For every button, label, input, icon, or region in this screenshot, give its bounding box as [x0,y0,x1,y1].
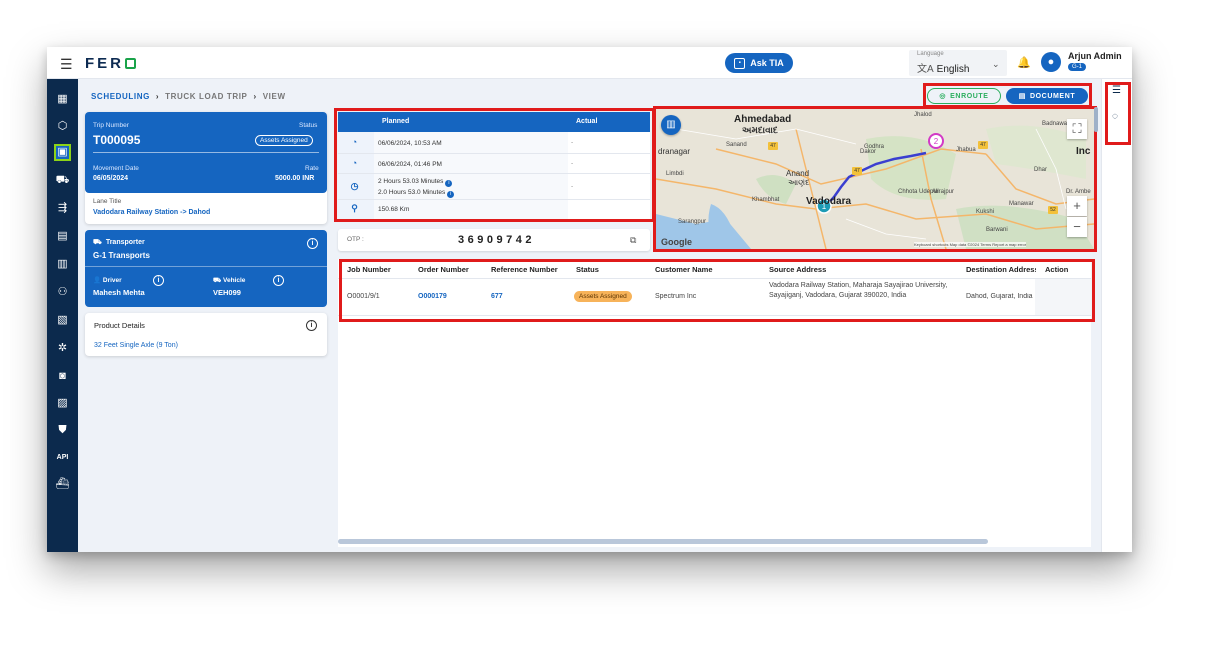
dashboard-icon[interactable]: ▦ [54,91,71,108]
user-badge: G-1 [1068,63,1087,71]
highlight-box [334,108,655,222]
product-value: 32 Feet Single Axle (9 Ton) [94,342,178,349]
invoice-icon[interactable]: ▤ [54,228,71,245]
highlight-box [1105,82,1131,145]
map-icon[interactable]: ▣ [54,144,71,161]
info-icon[interactable]: i [307,238,318,249]
highlight-box [339,259,1095,322]
person-icon: 👤 [93,277,103,284]
app-window: ☰ FER ▪ Ask TIA Language 文A English ⌄ 🔔 ●… [47,47,1132,552]
document-icon: ▤ [1018,93,1026,100]
top-bar: ☰ FER ▪ Ask TIA Language 文A English ⌄ 🔔 ●… [47,47,1132,79]
movement-date: 06/05/2024 [93,175,129,182]
sidebar: ▦ ⬡ ▣ ⛟ ⇶ ▤ ▥ ⚇ ▧ ✲ ◙ ▨ ⛊ API ⛴ [47,79,78,552]
divider [85,266,327,267]
highlight-box [653,106,1097,252]
info-icon[interactable]: i [273,275,284,286]
dispatch-icon[interactable]: ⇶ [54,200,71,217]
rate: 5000.00 INR [275,175,315,182]
users-icon[interactable]: ⚇ [54,284,71,301]
chevron-down-icon: ⌄ [992,59,1000,69]
transporter-card: ⛟ Transporter G-1 Transports i 👤 Driver i… [85,230,327,307]
enroute-button[interactable]: ◎ ENROUTE [927,88,1001,104]
copy-icon[interactable]: ⧉ [630,235,636,246]
settings-icon[interactable]: ✲ [54,340,71,357]
trip-card: Trip Number T000095 Status Assets Assign… [85,112,327,224]
truck-icon[interactable]: ⛟ [54,172,71,189]
logo: FER [85,55,136,72]
info-icon[interactable]: i [153,275,164,286]
status-badge: Assets Assigned [255,135,313,146]
lane-title[interactable]: Vadodara Railway Station -> Dahod [93,209,210,216]
product-details-card: Product Details i 32 Feet Single Axle (9… [85,313,327,356]
vertical-scrollbar[interactable] [1094,107,1098,132]
truck-icon: ⛟ [93,239,102,246]
report-icon[interactable]: ▧ [54,312,71,329]
transporter-name: G-1 Transports [93,251,150,260]
bell-icon[interactable]: 🔔 [1017,56,1031,69]
archive-icon[interactable]: ◙ [54,368,71,385]
language-value: English [936,64,970,75]
breadcrumb-scheduling[interactable]: SCHEDULING [91,92,150,101]
ship-icon[interactable]: ⛴ [54,476,71,493]
gallery-icon[interactable]: ▨ [54,395,71,412]
vehicle-number: VEH099 [213,288,241,297]
shield-icon[interactable]: ⛊ [54,422,71,439]
truck-icon: ⛟ [213,277,223,284]
warehouse-icon[interactable]: ▥ [54,256,71,273]
breadcrumb-view: VIEW [262,92,286,101]
trip-summary: Trip Number T000095 Status Assets Assign… [85,112,327,193]
horizontal-scrollbar[interactable] [338,539,988,544]
trip-number: T000095 [93,133,141,147]
chevron-right-icon: › [155,92,160,101]
right-panel: ☰ ◌ [1101,79,1132,552]
info-icon[interactable]: i [306,320,317,331]
user-name: Arjun Admin [1068,51,1122,61]
otp-field: OTP : 36909742 ⧉ [338,229,650,251]
document-button[interactable]: ▤ DOCUMENT [1006,88,1088,104]
chevron-right-icon: › [253,92,257,101]
avatar[interactable]: ● [1041,52,1061,72]
play-circle-icon: ◎ [939,93,947,100]
api-icon[interactable]: API [54,449,71,466]
language-select[interactable]: Language 文A English ⌄ [909,50,1007,76]
breadcrumb: SCHEDULING › TRUCK LOAD TRIP › VIEW [91,92,286,101]
chat-bot-icon: ▪ [734,57,746,69]
ask-tia-button[interactable]: ▪ Ask TIA [725,53,793,73]
translate-icon: 文A [917,64,934,75]
cube-icon[interactable]: ⬡ [54,118,71,135]
breadcrumb-truck-load-trip[interactable]: TRUCK LOAD TRIP [165,92,247,101]
driver-name: Mahesh Mehta [93,288,145,297]
divider [93,152,319,153]
otp-value: 36909742 [458,234,535,246]
menu-icon[interactable]: ☰ [60,56,73,73]
